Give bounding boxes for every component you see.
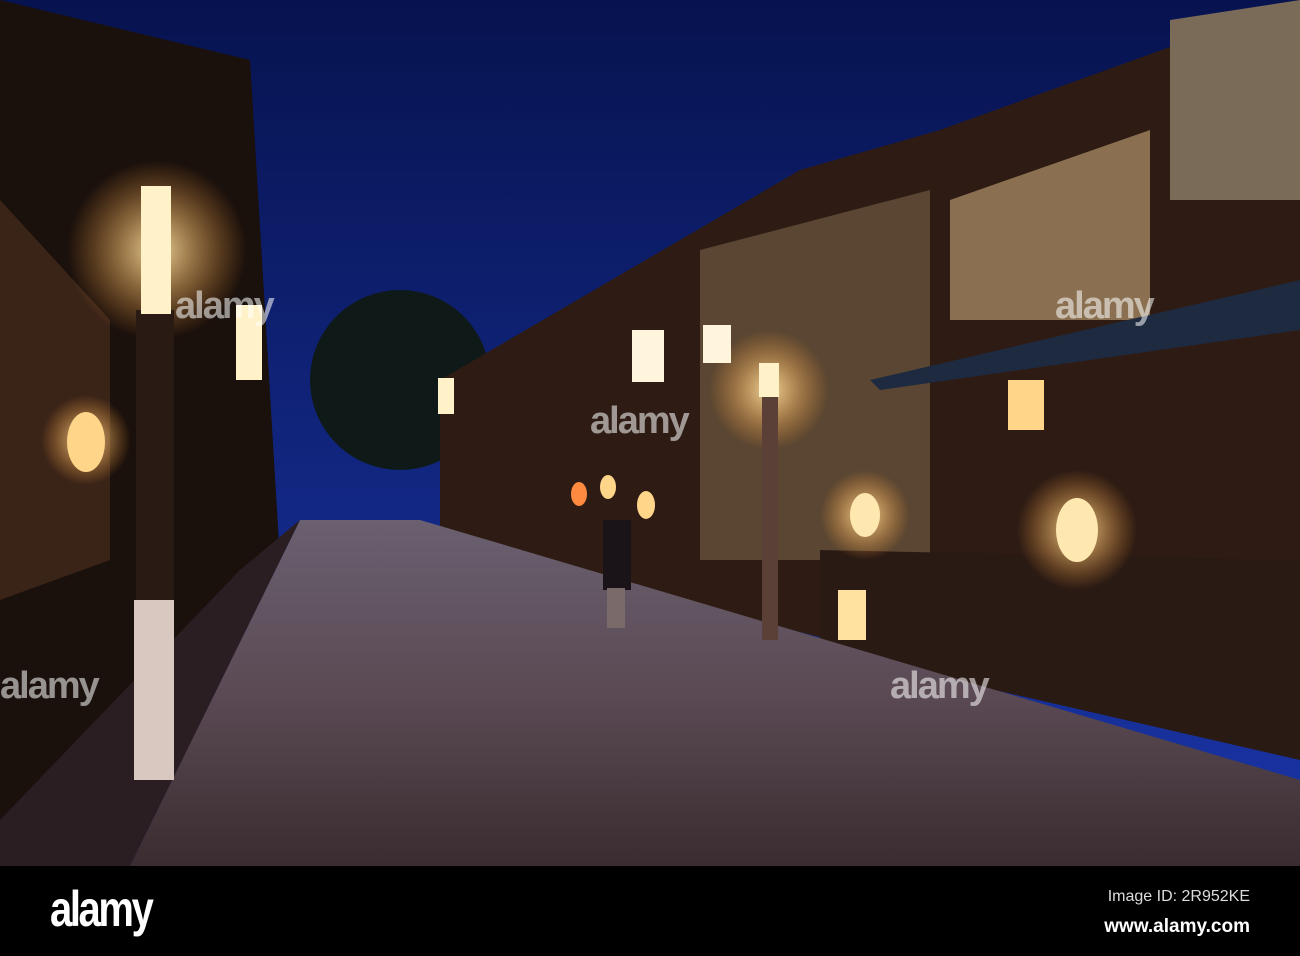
street-lamp: [141, 186, 171, 314]
lantern: [1056, 498, 1098, 562]
alamy-logo: alamy: [50, 881, 154, 937]
pedestrian: [603, 520, 631, 590]
image-id: Image ID: 2R952KE: [1107, 888, 1250, 905]
site-url: www.alamy.com: [1104, 916, 1250, 937]
watermark: alamy: [0, 665, 100, 707]
watermark: alamy: [890, 665, 990, 707]
watermark: alamy: [590, 400, 690, 442]
watermark: alamy: [1055, 285, 1155, 327]
lantern: [67, 412, 105, 472]
footer-bar: alamy Image ID: 2R952KE www.alamy.com: [0, 866, 1300, 956]
watermark: alamy: [175, 285, 275, 327]
lantern: [850, 493, 880, 537]
